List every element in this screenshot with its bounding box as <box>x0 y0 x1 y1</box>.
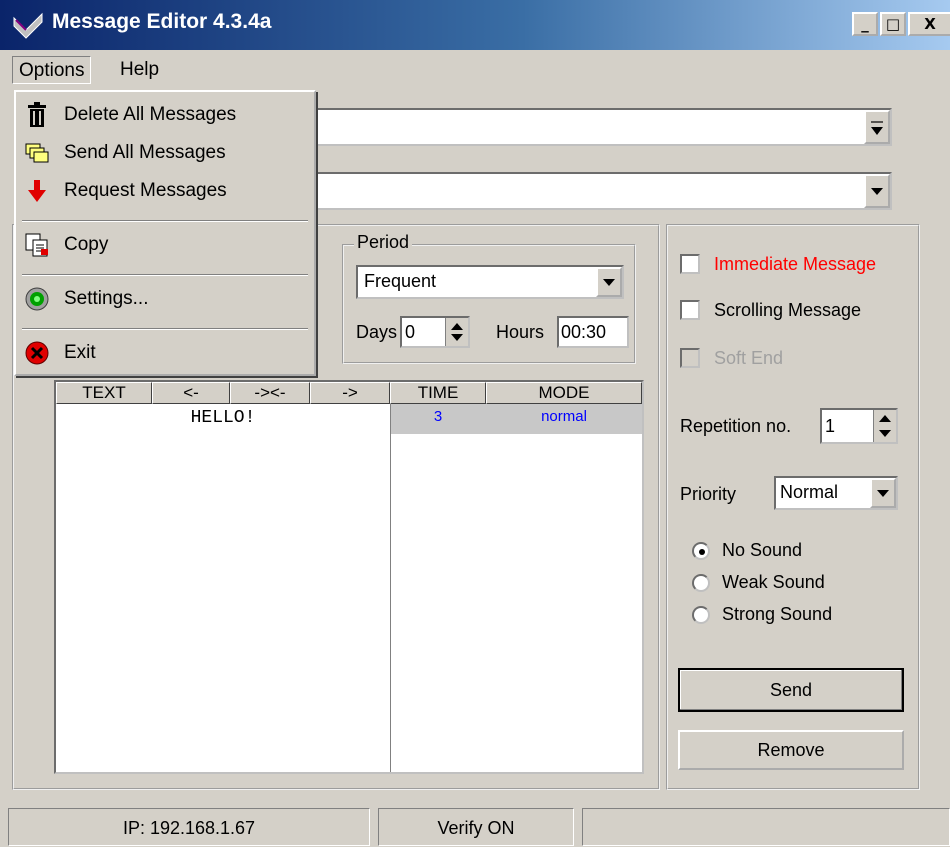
menu-item-label: Copy <box>64 234 109 255</box>
app-icon <box>13 12 43 39</box>
days-label: Days <box>356 322 398 342</box>
repetition-spinner[interactable]: 1 <box>820 408 898 444</box>
request-arrow-icon <box>28 180 46 202</box>
hours-input[interactable]: 00:30 <box>557 316 629 348</box>
strong-sound-radio[interactable] <box>692 606 710 624</box>
col-center[interactable]: -><- <box>230 382 310 404</box>
menu-item-send-all[interactable]: Send All Messages <box>16 136 314 172</box>
send-button[interactable]: Send <box>678 668 904 712</box>
repetition-spin-buttons[interactable] <box>873 410 896 442</box>
menu-item-exit[interactable]: Exit <box>16 336 314 372</box>
menu-item-label: Delete All Messages <box>64 104 237 125</box>
priority-value: Normal <box>780 482 839 502</box>
status-ip: IP: 192.168.1.67 <box>8 808 370 846</box>
scrolling-label: Scrolling Message <box>714 300 862 320</box>
remove-button[interactable]: Remove <box>678 730 904 770</box>
trash-icon <box>28 102 46 127</box>
target-combo-button[interactable] <box>864 174 890 208</box>
priority-select[interactable]: Normal <box>774 476 898 510</box>
status-verify: Verify ON <box>378 808 574 846</box>
col-mode[interactable]: MODE <box>486 382 642 404</box>
days-spinner[interactable]: 0 <box>400 316 470 348</box>
title-bar[interactable]: Message Editor 4.3.4a _ □ X <box>0 0 950 50</box>
strong-sound-label: Strong Sound <box>722 604 833 624</box>
menu-item-label: Request Messages <box>64 180 227 201</box>
ellipsis-drop-icon <box>871 121 883 135</box>
menu-separator <box>22 328 308 330</box>
scrolling-checkbox[interactable] <box>680 300 700 320</box>
close-button[interactable]: X <box>908 12 950 36</box>
message-text-cell[interactable]: HELLO! <box>56 404 390 434</box>
menu-options[interactable]: Options <box>12 56 92 84</box>
immediate-label: Immediate Message <box>714 254 877 274</box>
message-combo[interactable] <box>240 108 892 146</box>
repetition-value: 1 <box>825 416 836 436</box>
options-menu: Delete All Messages Send All Messages Re… <box>14 90 316 376</box>
priority-select-button[interactable] <box>870 478 896 508</box>
hours-label: Hours <box>496 322 545 342</box>
soft-end-checkbox[interactable] <box>680 348 700 368</box>
menu-item-label: Send All Messages <box>64 142 226 163</box>
mode-cell: normal <box>541 408 587 425</box>
days-value: 0 <box>405 322 416 342</box>
col-time[interactable]: TIME <box>390 382 486 404</box>
menu-separator <box>22 220 308 222</box>
menu-bar: Options Help <box>0 50 950 90</box>
priority-label: Priority <box>680 484 737 504</box>
pane-divider <box>390 404 391 772</box>
menu-item-label: Exit <box>64 342 96 363</box>
col-left[interactable]: <- <box>152 382 230 404</box>
col-text[interactable]: TEXT <box>56 382 152 404</box>
menu-item-settings[interactable]: Settings... <box>16 282 314 318</box>
target-combo[interactable] <box>240 172 892 210</box>
table-row[interactable]: 3 normal <box>391 404 642 434</box>
menu-item-delete-all[interactable]: Delete All Messages <box>16 98 314 134</box>
menu-item-label: Settings... <box>64 288 149 309</box>
maximize-button[interactable]: □ <box>880 12 906 36</box>
minimize-button[interactable]: _ <box>852 12 878 36</box>
no-sound-radio[interactable] <box>692 542 710 560</box>
period-select[interactable]: Frequent <box>356 265 624 299</box>
period-select-button[interactable] <box>596 267 622 297</box>
col-right[interactable]: -> <box>310 382 390 404</box>
menu-help[interactable]: Help <box>114 56 165 84</box>
weak-sound-label: Weak Sound <box>722 572 825 592</box>
soft-end-label: Soft End <box>714 348 784 368</box>
copy-icon <box>25 233 48 257</box>
send-all-icon <box>25 143 49 163</box>
window-title: Message Editor 4.3.4a <box>52 10 272 33</box>
message-combo-button[interactable] <box>864 110 890 144</box>
hours-value: 00:30 <box>561 322 607 342</box>
settings-icon <box>25 287 49 311</box>
days-spin-buttons[interactable] <box>445 318 468 346</box>
menu-item-request[interactable]: Request Messages <box>16 174 314 210</box>
menu-item-copy[interactable]: Copy <box>16 228 314 264</box>
immediate-checkbox[interactable] <box>680 254 700 274</box>
menu-separator <box>22 274 308 276</box>
weak-sound-radio[interactable] <box>692 574 710 592</box>
time-cell: 3 <box>433 408 443 425</box>
no-sound-label: No Sound <box>722 540 803 560</box>
status-empty <box>582 808 950 846</box>
repetition-label: Repetition no. <box>680 416 792 436</box>
period-label: Period <box>354 232 413 253</box>
exit-icon <box>25 341 49 365</box>
period-value: Frequent <box>364 271 437 291</box>
message-list[interactable]: TEXT <- -><- -> TIME MODE HELLO! 3 norma… <box>54 380 644 774</box>
